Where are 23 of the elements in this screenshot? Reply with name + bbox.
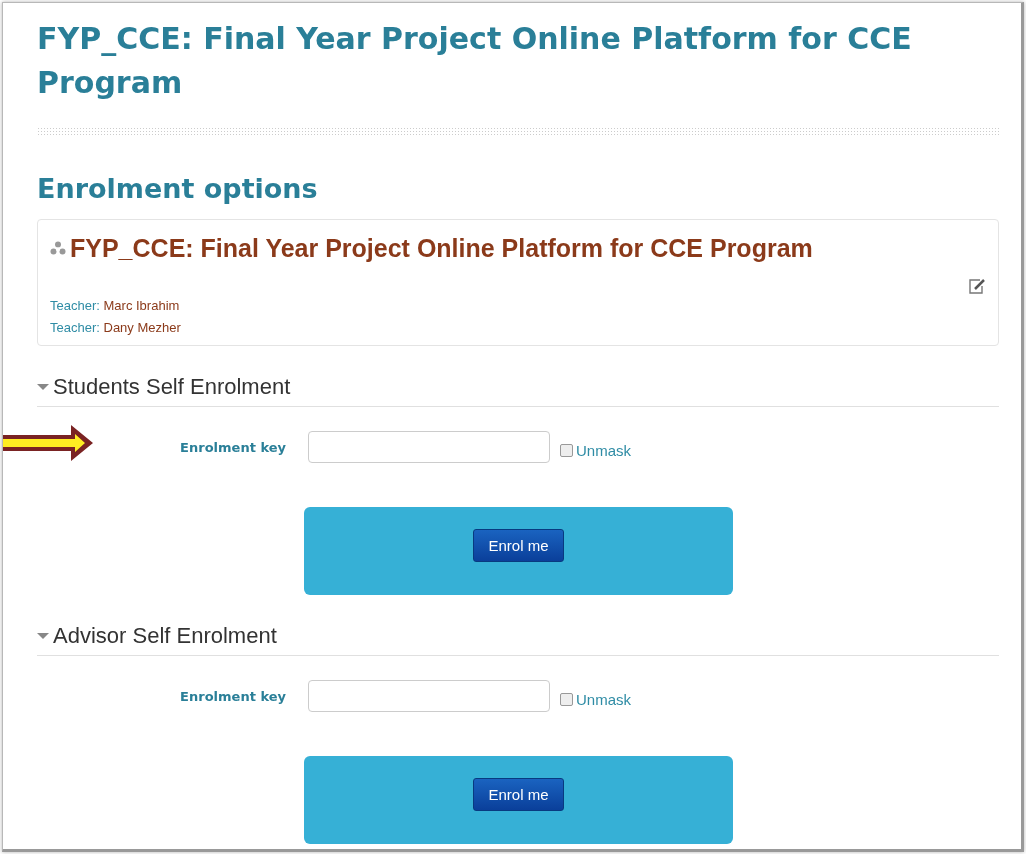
course-icon	[50, 240, 66, 257]
unmask-label[interactable]: Unmask	[576, 690, 631, 708]
unmask-checkbox[interactable]	[560, 443, 573, 457]
teacher-name[interactable]: Marc Ibrahim	[103, 298, 180, 313]
field-label: Enrolment key	[179, 688, 287, 704]
enrolment-key-field[interactable]	[308, 680, 550, 712]
edit-icon[interactable]	[968, 277, 986, 295]
page-title: FYP_CCE: Final Year Project Online Platform for CCE Program	[37, 20, 913, 102]
field-label: Enrolment key	[179, 439, 287, 455]
enrol-button[interactable]: Enrol me	[473, 529, 564, 562]
unmask-checkbox[interactable]	[560, 692, 573, 706]
unmask-label[interactable]: Unmask	[576, 441, 631, 459]
section-title[interactable]: Advisor Self Enrolment	[53, 623, 277, 649]
caret-icon[interactable]	[37, 383, 49, 391]
enrol-button[interactable]: Enrol me	[473, 778, 564, 811]
teacher-name[interactable]: Dany Mezher	[103, 320, 181, 335]
teacher-role: Teacher:	[50, 320, 100, 335]
caret-icon[interactable]	[37, 632, 49, 640]
section-heading: Enrolment options	[37, 172, 319, 206]
enrolment-key-field[interactable]	[308, 431, 550, 463]
section-title[interactable]: Students Self Enrolment	[53, 374, 291, 400]
teacher-role: Teacher:	[50, 298, 100, 313]
course-title[interactable]: FYP_CCE: Final Year Project Online Platform for CCE Program	[70, 234, 813, 263]
